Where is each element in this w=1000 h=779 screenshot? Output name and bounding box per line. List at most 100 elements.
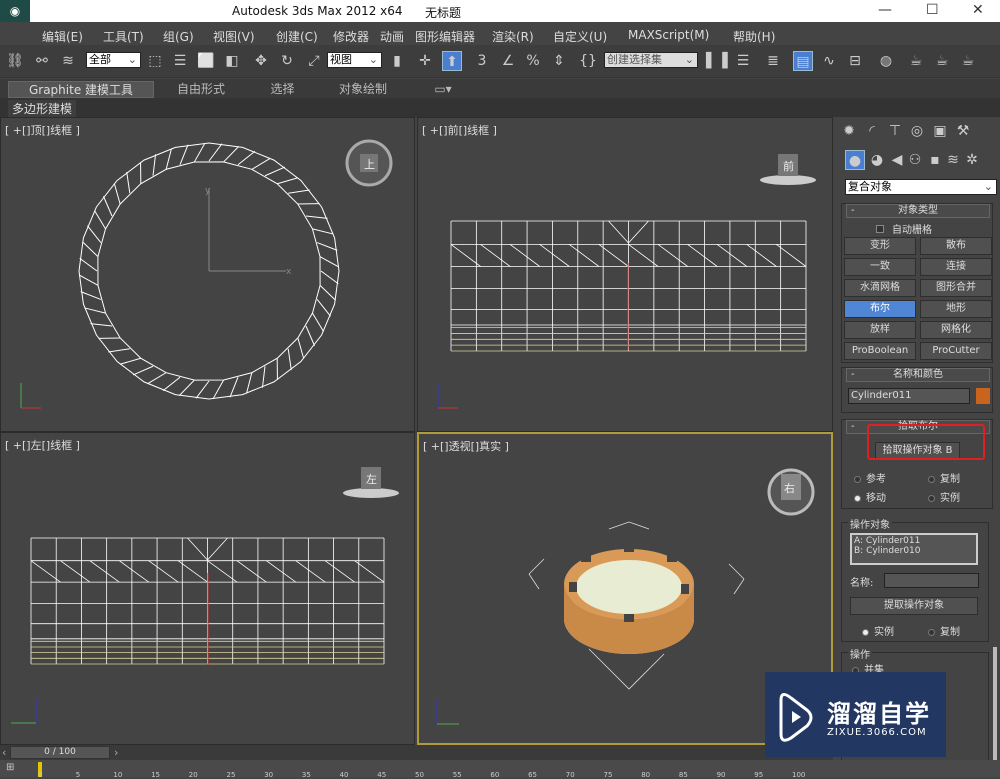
- menu-maxscript[interactable]: MAXScript(M): [628, 28, 709, 42]
- select-by-name-icon[interactable]: ☰: [170, 51, 190, 71]
- object-type-button[interactable]: 图形合并: [920, 279, 992, 297]
- spinner-snap-icon[interactable]: ⇕: [549, 51, 569, 71]
- space-warps-icon[interactable]: ≋: [943, 150, 963, 170]
- object-type-button[interactable]: 地形: [920, 300, 992, 318]
- move-icon[interactable]: ✥: [251, 51, 271, 71]
- selection-filter-dropdown[interactable]: 全部⌄: [86, 52, 141, 68]
- timeline-ruler[interactable]: ⊞ 05101520253035404550556065707580859095…: [0, 760, 1000, 777]
- bind-space-warp-icon[interactable]: ≋: [58, 51, 78, 71]
- tab-freeform[interactable]: 自由形式: [165, 81, 237, 98]
- ribbon-options-icon[interactable]: ▭▾: [428, 81, 458, 98]
- viewcube-front[interactable]: 前: [783, 159, 794, 173]
- viewport-top[interactable]: [ +[]顶[]线框 ] y x 上: [0, 117, 415, 432]
- align-icon[interactable]: ☰: [733, 51, 753, 71]
- render-setup-icon[interactable]: ☕: [906, 51, 926, 71]
- select-object-icon[interactable]: ⬚: [145, 51, 165, 71]
- link-icon[interactable]: ⛓: [5, 51, 25, 71]
- menu-animation[interactable]: 动画: [380, 28, 404, 45]
- maximize-button[interactable]: ☐: [926, 2, 939, 18]
- shapes-icon[interactable]: ◕: [867, 150, 887, 170]
- menu-modifiers[interactable]: 修改器: [333, 28, 369, 45]
- radio-move[interactable]: 移动: [854, 489, 886, 504]
- curve-editor-icon[interactable]: ∿: [819, 51, 839, 71]
- viewport-left[interactable]: [ +[]左[]线框 ] 左: [0, 432, 415, 745]
- rect-selection-icon[interactable]: ⬜: [196, 51, 216, 71]
- viewcube-left[interactable]: 左: [366, 473, 377, 486]
- window-crossing-icon[interactable]: ◧: [222, 51, 242, 71]
- modify-tab-icon[interactable]: ◜: [862, 121, 882, 141]
- geometry-icon[interactable]: ●: [845, 150, 865, 170]
- operand-name-input[interactable]: [884, 573, 979, 588]
- extract-radio-instance[interactable]: 实例: [862, 623, 894, 638]
- autogrid-checkbox[interactable]: 自动栅格: [876, 221, 932, 236]
- polygon-modeling-label[interactable]: 多边形建模: [8, 100, 76, 117]
- object-type-header[interactable]: -对象类型: [846, 204, 990, 218]
- named-selection-dropdown[interactable]: 创建选择集⌄: [604, 52, 698, 68]
- systems-icon[interactable]: ✲: [962, 150, 982, 170]
- operand-item[interactable]: B: Cylinder010: [854, 546, 974, 556]
- category-dropdown[interactable]: 复合对象⌄: [845, 179, 997, 195]
- extract-radio-copy[interactable]: 复制: [928, 623, 960, 638]
- viewcube-top[interactable]: 上: [364, 158, 375, 171]
- motion-tab-icon[interactable]: ◎: [907, 121, 927, 141]
- rendered-frame-icon[interactable]: ☕: [932, 51, 952, 71]
- tab-selection[interactable]: 选择: [255, 81, 310, 98]
- snaps-toggle-icon[interactable]: 3: [472, 51, 492, 71]
- display-tab-icon[interactable]: ▣: [930, 121, 950, 141]
- radio-copy[interactable]: 复制: [928, 470, 960, 485]
- pivot-center-icon[interactable]: ▮: [387, 51, 407, 71]
- radio-reference[interactable]: 参考: [854, 470, 886, 485]
- operands-list[interactable]: A: Cylinder011 B: Cylinder010: [850, 533, 978, 565]
- rotate-icon[interactable]: ↻: [277, 51, 297, 71]
- layer-manager-icon[interactable]: ≣: [763, 51, 783, 71]
- menu-customize[interactable]: 自定义(U): [553, 28, 607, 45]
- close-button[interactable]: ✕: [972, 2, 984, 18]
- menu-graph-editors[interactable]: 图形编辑器: [415, 28, 475, 45]
- operand-item[interactable]: A: Cylinder011: [854, 536, 974, 546]
- object-type-button[interactable]: 放样: [844, 321, 916, 339]
- keyboard-shortcut-override-icon[interactable]: ⬆: [442, 51, 462, 71]
- create-tab-icon[interactable]: ✹: [839, 121, 859, 141]
- menu-create[interactable]: 创建(C): [276, 28, 318, 45]
- percent-snap-icon[interactable]: %: [523, 51, 543, 71]
- object-type-button[interactable]: 一致: [844, 258, 916, 276]
- object-type-button[interactable]: ProCutter: [920, 342, 992, 360]
- menu-rendering[interactable]: 渲染(R): [492, 28, 534, 45]
- panel-scrollbar[interactable]: [993, 647, 997, 777]
- render-production-icon[interactable]: ☕: [958, 51, 978, 71]
- minimize-button[interactable]: —: [878, 2, 892, 18]
- object-color-swatch[interactable]: [976, 388, 990, 404]
- helpers-icon[interactable]: ▪: [925, 150, 945, 170]
- select-manipulate-icon[interactable]: ✛: [415, 51, 435, 71]
- angle-snap-icon[interactable]: ∠: [498, 51, 518, 71]
- time-slider[interactable]: 0 / 100: [10, 746, 110, 759]
- material-editor-icon[interactable]: ◍: [876, 51, 896, 71]
- menu-views[interactable]: 视图(V): [213, 28, 255, 45]
- cameras-icon[interactable]: ⚇: [905, 150, 925, 170]
- object-name-input[interactable]: Cylinder011: [848, 388, 970, 404]
- object-type-button[interactable]: ProBoolean: [844, 342, 916, 360]
- menu-group[interactable]: 组(G): [163, 28, 194, 45]
- unlink-icon[interactable]: ⚯: [32, 51, 52, 71]
- reference-coordinate-dropdown[interactable]: 视图⌄: [327, 52, 382, 68]
- object-type-button[interactable]: 连接: [920, 258, 992, 276]
- lights-icon[interactable]: ◀: [887, 150, 907, 170]
- scene-explorer-icon[interactable]: ▤: [793, 51, 813, 71]
- next-frame-button[interactable]: ›: [114, 746, 118, 759]
- hierarchy-tab-icon[interactable]: ⊤: [885, 121, 905, 141]
- object-type-button[interactable]: 布尔: [844, 300, 916, 318]
- viewcube-perspective[interactable]: 右: [784, 481, 795, 495]
- scale-icon[interactable]: ⤢: [304, 51, 324, 71]
- object-type-button[interactable]: 散布: [920, 237, 992, 255]
- menu-help[interactable]: 帮助(H): [733, 28, 775, 45]
- mini-curve-editor-icon[interactable]: ⊞: [6, 762, 14, 773]
- menu-edit[interactable]: 编辑(E): [42, 28, 83, 45]
- app-logo-icon[interactable]: ◉: [0, 0, 30, 22]
- extract-operand-button[interactable]: 提取操作对象: [850, 597, 978, 615]
- utilities-tab-icon[interactable]: ⚒: [953, 121, 973, 141]
- object-type-button[interactable]: 网格化: [920, 321, 992, 339]
- tab-graphite[interactable]: Graphite 建模工具: [8, 81, 154, 98]
- name-color-header[interactable]: -名称和颜色: [846, 368, 990, 382]
- schematic-view-icon[interactable]: ⊟: [845, 51, 865, 71]
- viewport-front[interactable]: [ +[]前[]线框 ] 前: [417, 117, 833, 432]
